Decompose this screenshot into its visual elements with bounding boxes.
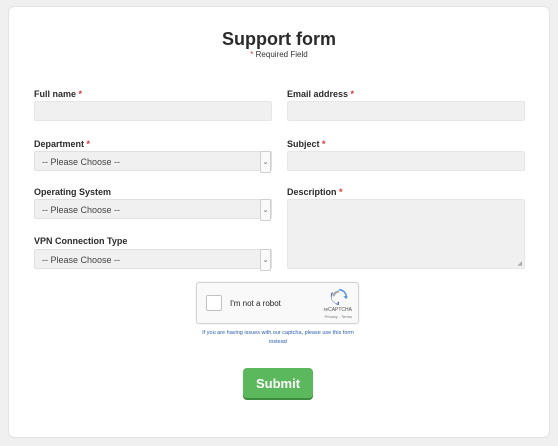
required-marker: * xyxy=(322,139,326,149)
recaptcha-checkbox[interactable] xyxy=(206,295,222,311)
recaptcha-brand: reCAPTCHA xyxy=(323,307,352,313)
chevron-down-icon[interactable]: ⌄ xyxy=(260,199,271,221)
chevron-down-icon[interactable]: ⌄ xyxy=(260,249,271,271)
submit-button[interactable]: Submit xyxy=(243,368,313,398)
subject-input[interactable] xyxy=(287,151,525,171)
recaptcha-label: I'm not a robot xyxy=(230,299,281,308)
recaptcha-logo-icon xyxy=(330,289,348,305)
operating-system-select[interactable]: -- Please Choose -- ⌄ xyxy=(34,199,272,221)
email-label: Email address * xyxy=(287,89,354,99)
department-select[interactable]: -- Please Choose -- ⌄ xyxy=(34,151,272,173)
description-textarea[interactable]: ◢ xyxy=(287,199,525,269)
description-label: Description * xyxy=(287,187,343,197)
department-label-text: Department xyxy=(34,139,85,149)
description-label-text: Description xyxy=(287,187,337,197)
subject-label: Subject * xyxy=(287,139,326,149)
required-marker: * xyxy=(339,187,343,197)
recaptcha-terms-link[interactable]: Privacy - Terms xyxy=(325,314,352,319)
operating-system-label-text: Operating System xyxy=(34,187,112,197)
required-marker: * xyxy=(250,50,254,59)
required-field-note: * Required Field xyxy=(9,50,549,59)
vpn-label-text: VPN Connection Type xyxy=(34,236,128,246)
subject-label-text: Subject xyxy=(287,139,320,149)
required-marker: * xyxy=(350,89,355,99)
operating-system-label: Operating System xyxy=(34,187,111,197)
form-title: Support form xyxy=(222,29,336,49)
department-selected-value: -- Please Choose -- xyxy=(42,157,121,167)
chevron-down-icon[interactable]: ⌄ xyxy=(260,151,271,173)
required-marker: * xyxy=(86,139,91,149)
vpn-connection-type-label: VPN Connection Type xyxy=(34,236,127,246)
resize-grip-icon[interactable]: ◢ xyxy=(517,260,522,267)
full-name-input[interactable] xyxy=(34,101,272,121)
recaptcha-widget: I'm not a robot reCAPTCHA Privacy - Term… xyxy=(196,282,359,324)
full-name-label-text: Full name xyxy=(34,89,77,99)
required-marker: * xyxy=(78,89,83,99)
operating-system-selected-value: -- Please Choose -- xyxy=(42,205,121,215)
full-name-label: Full name * xyxy=(34,89,82,99)
required-note-text: Required Field xyxy=(255,50,308,59)
email-label-text: Email address xyxy=(287,89,349,99)
email-input[interactable] xyxy=(287,101,525,121)
vpn-selected-value: -- Please Choose -- xyxy=(42,255,121,265)
department-label: Department * xyxy=(34,139,90,149)
vpn-connection-type-select[interactable]: -- Please Choose -- ⌄ xyxy=(34,249,272,271)
captcha-help-link[interactable]: If you are having issues with our captch… xyxy=(198,329,358,347)
